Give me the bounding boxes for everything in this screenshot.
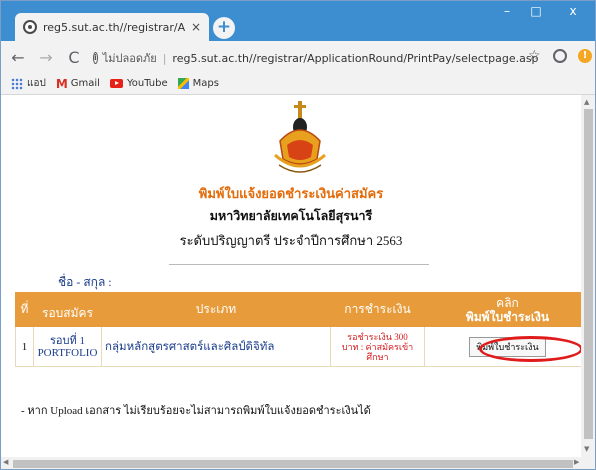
bookmark-star-icon[interactable]: ☆ <box>528 48 541 64</box>
degree-level: ระดับปริญญาตรี ประจำปีการศึกษา 2563 <box>179 233 403 248</box>
bookmark-label: Maps <box>192 78 219 89</box>
scroll-up-icon[interactable]: ▲ <box>584 98 589 106</box>
close-window-button[interactable]: x <box>551 1 595 23</box>
bookmark-maps[interactable]: Maps <box>177 78 219 89</box>
university-logo <box>274 101 326 173</box>
browser-window: reg5.sut.ac.th//registrar/Applicat × + –… <box>0 0 596 470</box>
row-payment-line2: บาท : ค่าสมัครเข้า <box>341 341 414 352</box>
bookmarks-bar: แอป M Gmail YouTube Maps <box>1 73 595 95</box>
bookmark-youtube[interactable]: YouTube <box>109 78 168 89</box>
info-icon[interactable]: i <box>93 52 98 64</box>
table-header-row: ที่ รอบสมัคร ประเภท การชำระเงิน คลิก พิม… <box>15 292 591 327</box>
row-print: พิมพ์ใบชำระเงิน <box>424 326 591 367</box>
url-text: reg5.sut.ac.th//registrar/ApplicationRou… <box>172 51 539 65</box>
vertical-scroll-thumb[interactable] <box>584 109 593 439</box>
tab-close-icon[interactable]: × <box>191 20 201 34</box>
alert-icon[interactable]: ! <box>578 49 592 63</box>
scroll-left-icon[interactable]: ◀ <box>3 458 8 466</box>
maps-icon <box>177 78 189 89</box>
row-type: กลุ่มหลักสูตรศาสตร์และศิลป์ดิจิทัล <box>101 326 331 367</box>
header-payment: การชำระเงิน <box>330 292 425 327</box>
bookmark-label: Gmail <box>70 78 100 89</box>
page-title: พิมพ์ใบแจ้งยอดชำระเงินค่าสมัคร <box>198 186 384 201</box>
application-table: ที่ รอบสมัคร ประเภท การชำระเงิน คลิก พิม… <box>15 292 591 367</box>
row-payment-line3: ศึกษา <box>366 351 389 362</box>
address-bar[interactable]: i ไม่ปลอดภัย | reg5.sut.ac.th//registrar… <box>93 47 539 69</box>
print-payment-button[interactable]: พิมพ์ใบชำระเงิน <box>469 336 546 357</box>
bookmark-gmail[interactable]: M Gmail <box>56 77 100 91</box>
row-round-line1: รอบที่ 1 <box>50 334 85 347</box>
back-button[interactable]: ← <box>7 48 29 67</box>
bookmark-apps[interactable]: แอป <box>11 76 46 91</box>
scroll-right-icon[interactable]: ▶ <box>574 458 579 466</box>
new-tab-button[interactable]: + <box>213 17 235 39</box>
bookmark-label: YouTube <box>126 78 168 89</box>
upload-note: - หาก Upload เอกสาร ไม่เรียบร้อยจะไม่สาม… <box>21 405 371 417</box>
name-label: ชื่อ - สกุล : <box>58 275 112 289</box>
browser-tab[interactable]: reg5.sut.ac.th//registrar/Applicat × <box>15 13 209 41</box>
row-no: 1 <box>15 326 34 367</box>
bookmark-label: แอป <box>27 78 46 89</box>
header-no: ที่ <box>15 292 34 327</box>
youtube-icon <box>109 79 123 88</box>
forward-button[interactable]: → <box>35 48 57 67</box>
tab-title: reg5.sut.ac.th//registrar/Applicat <box>43 20 185 34</box>
row-payment-line1: รอชำระเงิน 300 <box>347 331 408 342</box>
header-type: ประเภท <box>101 292 331 327</box>
gmail-icon: M <box>55 76 68 91</box>
divider <box>169 264 429 265</box>
minimize-button[interactable]: – <box>493 1 521 23</box>
university-name: มหาวิทยาลัยเทคโนโลยีสุรนารี <box>209 209 373 223</box>
row-round-line2: PORTFOLIO <box>37 346 98 359</box>
header-print-line1: คลิก <box>496 295 519 310</box>
row-payment: รอชำระเงิน 300 บาท : ค่าสมัครเข้า ศึกษา <box>330 326 425 367</box>
title-bar: reg5.sut.ac.th//registrar/Applicat × + –… <box>1 1 595 41</box>
table-row: 1 รอบที่ 1 PORTFOLIO กลุ่มหลักสูตรศาสตร์… <box>15 326 591 367</box>
maximize-button[interactable]: □ <box>522 1 550 23</box>
header-round: รอบสมัคร <box>33 292 102 327</box>
reload-button[interactable]: C <box>63 48 85 67</box>
account-icon[interactable] <box>553 49 567 63</box>
separator: | <box>162 51 167 65</box>
row-round: รอบที่ 1 PORTFOLIO <box>33 326 102 367</box>
security-status: ไม่ปลอดภัย <box>102 52 157 65</box>
globe-icon <box>23 20 37 34</box>
horizontal-scroll-thumb[interactable] <box>13 460 573 468</box>
header-print: คลิก พิมพ์ใบชำระเงิน <box>424 292 591 327</box>
scroll-down-icon[interactable]: ▼ <box>584 445 589 453</box>
apps-icon <box>11 77 23 90</box>
header-print-line2: พิมพ์ใบชำระเงิน <box>465 309 550 324</box>
